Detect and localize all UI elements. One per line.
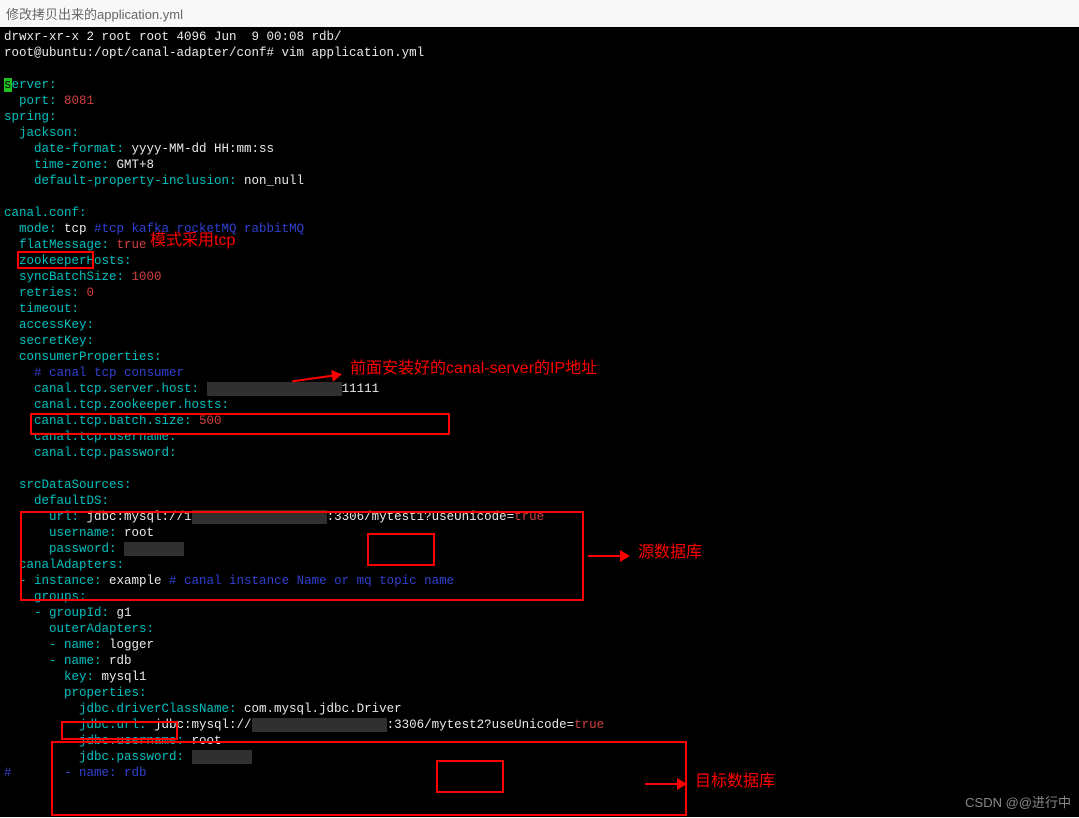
yaml-consumer: consumerProperties: — [4, 349, 1075, 365]
yaml-password: password: xxxxxxxx — [4, 541, 1075, 557]
yaml-accesskey: accessKey: — [4, 317, 1075, 333]
yaml-retries: retries: 0 — [4, 285, 1075, 301]
yaml-driver: jdbc.driverClassName: com.mysql.jdbc.Dri… — [4, 701, 1075, 717]
yaml-tcp-zk: canal.tcp.zookeeper.hosts: — [4, 397, 1075, 413]
yaml-time-zone: time-zone: GMT+8 — [4, 157, 1075, 173]
yaml-jdbcuser: jdbc.username: root — [4, 733, 1075, 749]
yaml-port: port: 8081 — [4, 93, 1075, 109]
blank — [4, 189, 1075, 205]
yaml-groupid: - groupId: g1 — [4, 605, 1075, 621]
yaml-key: key: mysql1 — [4, 669, 1075, 685]
yaml-url: url: jdbc:mysql://1xxxxxxxxxxxxxxxxxx:33… — [4, 509, 1075, 525]
yaml-name2: - name: rdb — [4, 653, 1075, 669]
yaml-dpi: default-property-inclusion: non_null — [4, 173, 1075, 189]
watermark: CSDN @@进行中 — [965, 795, 1071, 811]
yaml-zk: zookeeperHosts: — [4, 253, 1075, 269]
terminal-window[interactable]: drwxr-xr-x 2 root root 4096 Jun 9 00:08 … — [0, 27, 1079, 817]
yaml-tcp-user: canal.tcp.username: — [4, 429, 1075, 445]
yaml-tcp-batch: canal.tcp.batch.size: 500 — [4, 413, 1075, 429]
yaml-groups: groups: — [4, 589, 1075, 605]
yaml-tcp-host: canal.tcp.server.host: xxxxxxxxxxxxxxxxx… — [4, 381, 1075, 397]
yaml-flat: flatMessage: true — [4, 237, 1075, 253]
blank — [4, 61, 1075, 77]
yaml-name3: # - name: rdb — [4, 765, 1075, 781]
yaml-timeout: timeout: — [4, 301, 1075, 317]
yaml-src-ds: srcDataSources: — [4, 477, 1075, 493]
blank — [4, 461, 1075, 477]
yaml-username: username: root — [4, 525, 1075, 541]
yaml-secretkey: secretKey: — [4, 333, 1075, 349]
yaml-canal-adapters: canalAdapters: — [4, 557, 1075, 573]
yaml-instance: - instance: example # canal instance Nam… — [4, 573, 1075, 589]
yaml-mode: mode: tcp #tcp kafka rocketMQ rabbitMQ — [4, 221, 1075, 237]
yaml-default-ds: defaultDS: — [4, 493, 1075, 509]
yaml-name1: - name: logger — [4, 637, 1075, 653]
yaml-jackson: jackson: — [4, 125, 1075, 141]
page-title: 修改拷贝出来的application.yml — [0, 0, 1079, 27]
yaml-properties: properties: — [4, 685, 1075, 701]
yaml-date-format: date-format: yyyy-MM-dd HH:mm:ss — [4, 141, 1075, 157]
yaml-spring: spring: — [4, 109, 1075, 125]
yaml-jdbcurl: jdbc.url: jdbc:mysql://xxxxxxxxxxxxxxxxx… — [4, 717, 1075, 733]
yaml-server: server: — [4, 77, 1075, 93]
yaml-tcp-pass: canal.tcp.password: — [4, 445, 1075, 461]
shell-prompt: root@ubuntu:/opt/canal-adapter/conf# vim… — [4, 45, 1075, 61]
yaml-jdbcpass: jdbc.password: xxxxxxxx — [4, 749, 1075, 765]
yaml-sync: syncBatchSize: 1000 — [4, 269, 1075, 285]
yaml-canal-conf: canal.conf: — [4, 205, 1075, 221]
yaml-outer: outerAdapters: — [4, 621, 1075, 637]
yaml-tcp-comment: # canal tcp consumer — [4, 365, 1075, 381]
ls-output: drwxr-xr-x 2 root root 4096 Jun 9 00:08 … — [4, 29, 1075, 45]
